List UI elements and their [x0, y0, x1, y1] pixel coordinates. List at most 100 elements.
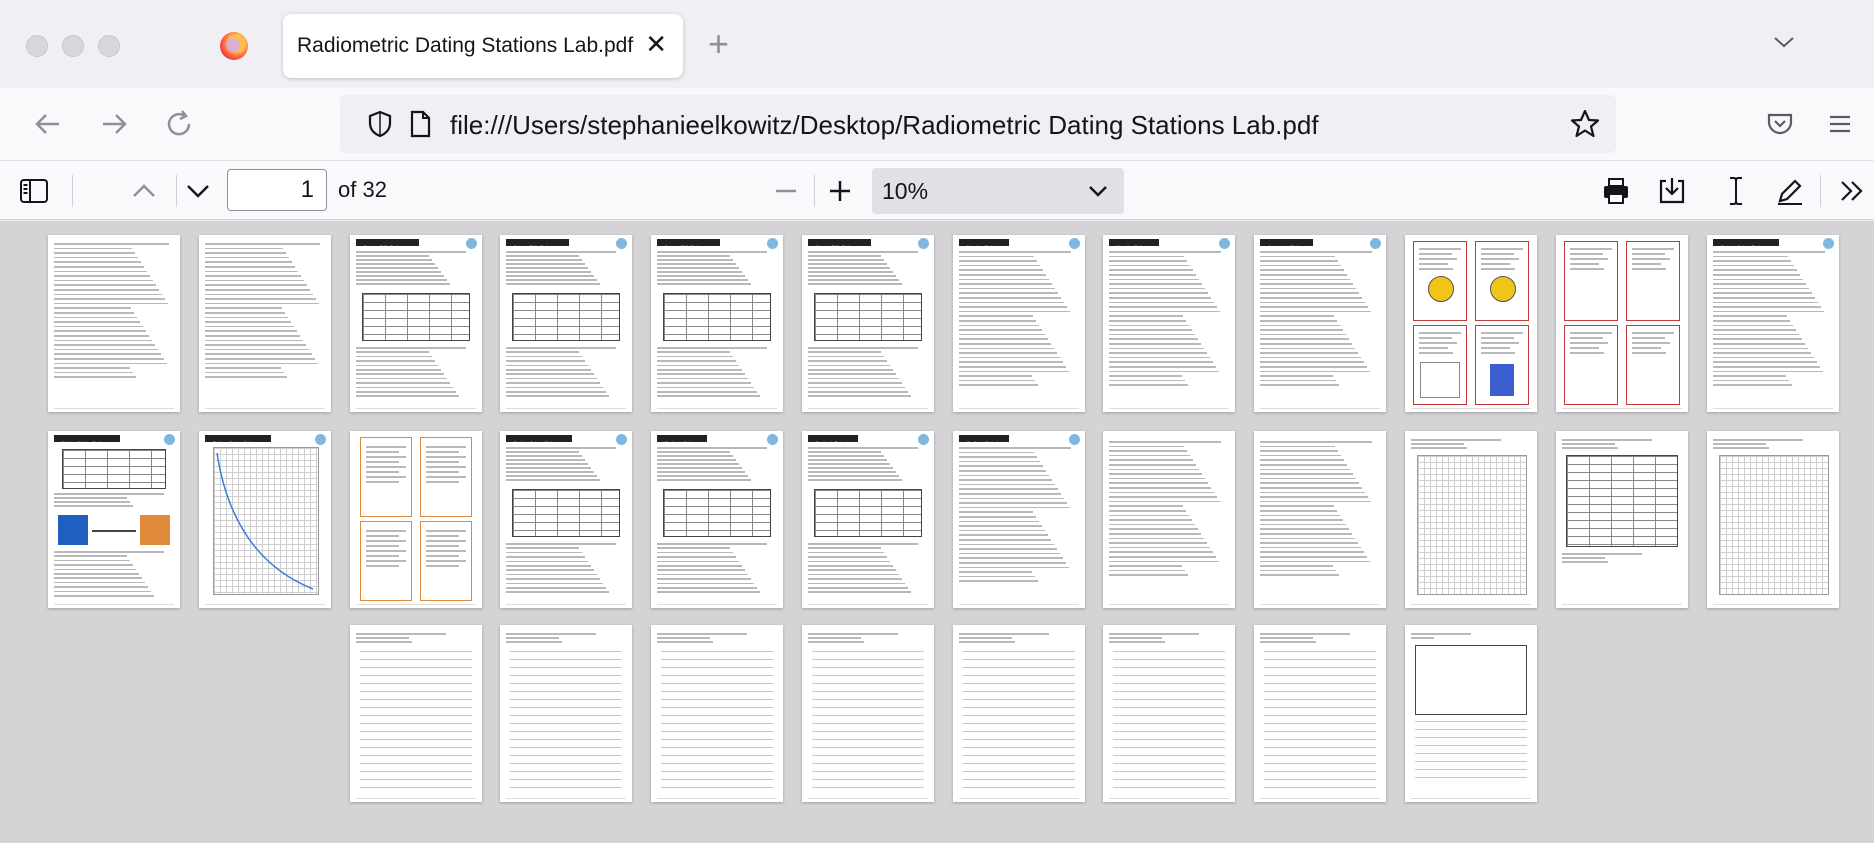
- bookmark-star-icon[interactable]: [1570, 109, 1600, 139]
- page-station-header: Problem-Solving Station: [205, 435, 271, 445]
- station-icon: [1069, 434, 1080, 445]
- pdf-page-thumbnail[interactable]: [1103, 625, 1235, 802]
- close-icon[interactable]: ✕: [645, 29, 667, 59]
- question-card: [1626, 241, 1680, 321]
- zoom-out-icon[interactable]: [768, 173, 804, 209]
- page-station-header: Problem-Solving Station: [54, 435, 120, 445]
- station-header-label: Problem-Solving Station: [1721, 244, 1764, 249]
- pdf-page-thumbnail[interactable]: [1103, 431, 1235, 608]
- pdf-page-thumbnail[interactable]: [1556, 235, 1688, 412]
- tab-strip: Radiometric Dating Stations Lab.pdf ✕ +: [0, 0, 1874, 88]
- station-icon: [767, 238, 778, 249]
- pdf-page-thumbnail[interactable]: [1405, 431, 1537, 608]
- draw-pen-icon[interactable]: [1772, 173, 1808, 209]
- data-table: [512, 489, 620, 537]
- tab-title: Radiometric Dating Stations Lab.pdf: [297, 34, 634, 57]
- page-station-header: Science Skills Station: [657, 239, 721, 249]
- page-station-header: Narrative Station: [959, 239, 1010, 249]
- question-card: [1475, 241, 1529, 321]
- pocket-icon[interactable]: [1762, 106, 1798, 142]
- question-card: [420, 521, 472, 601]
- pdf-page-thumbnail[interactable]: Synthesis Project: [802, 431, 934, 608]
- pdf-page-thumbnail[interactable]: Problem-Solving Station: [199, 431, 331, 608]
- pdf-page-thumbnail[interactable]: [350, 431, 482, 608]
- pdf-page-thumbnail[interactable]: [350, 625, 482, 802]
- print-icon[interactable]: [1598, 173, 1634, 209]
- bar-chart: [1490, 364, 1514, 396]
- page-number-input[interactable]: 1: [227, 169, 327, 211]
- pdf-page-thumbnail[interactable]: Synthesis Station: [651, 431, 783, 608]
- back-arrow-icon[interactable]: [30, 106, 66, 142]
- data-table: [512, 293, 620, 341]
- pdf-page-thumbnail[interactable]: Problem-Solving Station: [48, 431, 180, 608]
- question-card: [1626, 325, 1680, 405]
- page-station-header: Assessment Station: [1260, 239, 1313, 249]
- pdf-page-thumbnail[interactable]: Problem-Solving Station: [1707, 235, 1839, 412]
- more-tools-icon[interactable]: [1834, 173, 1870, 209]
- tab-list-chevron-icon[interactable]: [1772, 30, 1796, 54]
- forward-arrow-icon[interactable]: [96, 106, 132, 142]
- question-card: [1413, 325, 1467, 405]
- pdf-page-thumbnail[interactable]: Assessment Station: [1254, 235, 1386, 412]
- data-table: [663, 489, 771, 537]
- pdf-page-thumbnail[interactable]: [651, 625, 783, 802]
- station-header-label: Synthesis Project: [967, 440, 998, 445]
- page-station-header: Science Skills Station: [356, 239, 420, 249]
- pdf-page-thumbnail[interactable]: [953, 625, 1085, 802]
- zoom-select[interactable]: 10%: [872, 168, 1124, 214]
- page-station-header: Synthesis Project: [959, 435, 1010, 445]
- pdf-page-thumbnail[interactable]: Narrative Station: [953, 235, 1085, 412]
- plus-icon[interactable]: +: [708, 26, 729, 62]
- pdf-page-thumbnail[interactable]: Problem-Solving Station: [500, 431, 632, 608]
- window-minimize-button[interactable]: [62, 35, 84, 57]
- page-station-header: Science Skills Station: [808, 239, 872, 249]
- pdf-page-thumbnail[interactable]: Science Skills Station: [651, 235, 783, 412]
- fossil-image: [1428, 276, 1454, 302]
- pdf-page-thumbnail[interactable]: Science Skills Station: [500, 235, 632, 412]
- pdf-page-thumbnail[interactable]: Science Skills Station: [350, 235, 482, 412]
- window-close-button[interactable]: [26, 35, 48, 57]
- sidebar-toggle-icon[interactable]: [16, 173, 52, 209]
- pdf-page-thumbnail[interactable]: [199, 235, 331, 412]
- url-text[interactable]: file:///Users/stephanieelkowitz/Desktop/…: [450, 110, 1319, 141]
- data-table: [663, 293, 771, 341]
- hamburger-menu-icon[interactable]: [1822, 106, 1858, 142]
- pdf-page-thumbnail[interactable]: [48, 235, 180, 412]
- question-card: [1564, 325, 1618, 405]
- station-icon: [315, 434, 326, 445]
- pdf-page-thumbnail[interactable]: [802, 625, 934, 802]
- text-cursor-icon[interactable]: [1718, 173, 1754, 209]
- tab-active[interactable]: Radiometric Dating Stations Lab.pdf ✕: [283, 14, 683, 78]
- station-icon: [1823, 238, 1834, 249]
- download-icon[interactable]: [1654, 173, 1690, 209]
- pdf-page-thumbnails-view[interactable]: Science Skills Station Science Skills Sta…: [0, 221, 1874, 843]
- url-bar[interactable]: file:///Users/stephanieelkowitz/Desktop/…: [340, 95, 1616, 153]
- pdf-page-thumbnail[interactable]: [1254, 625, 1386, 802]
- pdf-toolbar: 1 of 32 10%: [0, 160, 1874, 220]
- reload-icon[interactable]: [161, 106, 197, 142]
- next-page-icon[interactable]: [180, 173, 216, 209]
- pdf-page-thumbnail[interactable]: Narrative Station: [1103, 235, 1235, 412]
- pdf-page-thumbnail[interactable]: [1254, 431, 1386, 608]
- pdf-page-thumbnail[interactable]: [500, 625, 632, 802]
- pdf-page-thumbnail[interactable]: Science Skills Station: [802, 235, 934, 412]
- pdf-page-thumbnail[interactable]: [1707, 431, 1839, 608]
- station-icon: [1370, 238, 1381, 249]
- previous-page-icon[interactable]: [126, 173, 162, 209]
- station-header-label: Science Skills Station: [364, 244, 403, 249]
- answer-graph-grid: [1719, 455, 1829, 595]
- pdf-page-thumbnail[interactable]: Synthesis Project: [953, 431, 1085, 608]
- station-header-label: Science Skills Station: [665, 244, 704, 249]
- pdf-page-thumbnail[interactable]: [1405, 235, 1537, 412]
- page-station-header: Problem-Solving Station: [506, 435, 572, 445]
- station-header-label: Assessment Station: [1268, 244, 1304, 249]
- local-file-icon[interactable]: [406, 110, 434, 138]
- window-zoom-button[interactable]: [98, 35, 120, 57]
- answer-box: [1415, 645, 1527, 715]
- pdf-page-thumbnail[interactable]: [1556, 431, 1688, 608]
- zoom-in-icon[interactable]: [822, 173, 858, 209]
- question-card: [420, 437, 472, 517]
- tracking-protection-shield-icon[interactable]: [366, 110, 394, 138]
- parent-isotope-block: [58, 515, 88, 545]
- pdf-page-thumbnail[interactable]: [1405, 625, 1537, 802]
